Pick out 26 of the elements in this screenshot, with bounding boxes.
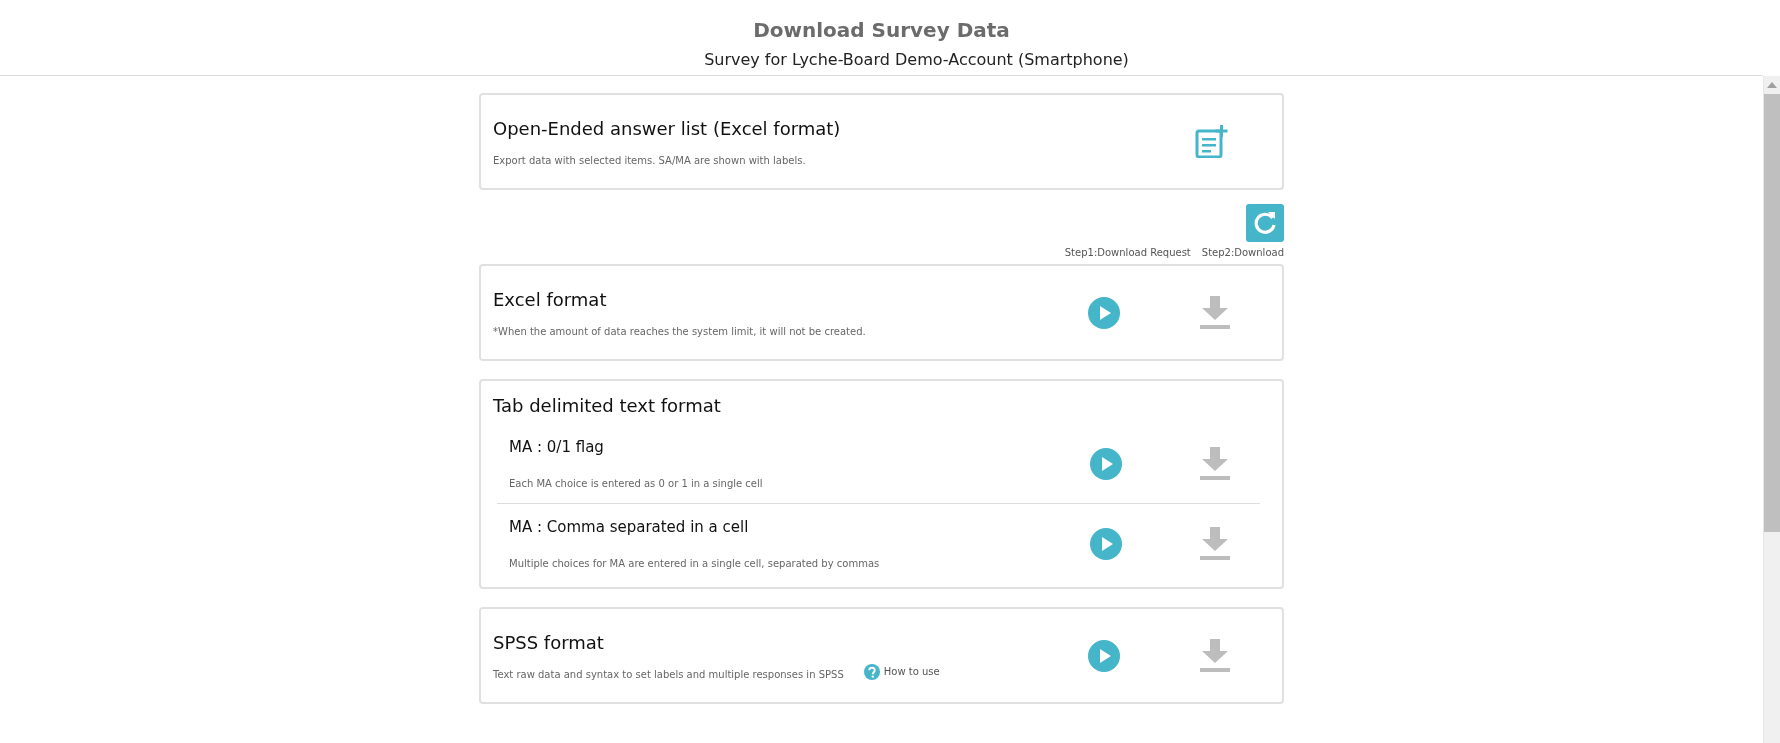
play-button[interactable] [1090, 447, 1122, 480]
card-title: Open-Ended answer list (Excel format) [493, 117, 842, 139]
play-button[interactable] [1088, 296, 1120, 329]
option-title: MA : Comma separated in a cell [509, 518, 750, 536]
scrollbar-thumb[interactable] [1764, 94, 1780, 532]
option-title: MA : 0/1 flag [509, 438, 605, 456]
card-title: SPSS format [493, 631, 605, 653]
step-label: Step1:Download Request [1064, 247, 1191, 258]
help-link[interactable]: How to use [863, 663, 940, 680]
card-description: Export data with selected items. SA/MA are shown with labels. [493, 154, 807, 166]
scrollbar[interactable] [1763, 76, 1780, 743]
card-description: Text raw data and syntax to set labels and multiple responses in SPSS [493, 668, 844, 680]
scroll-up-icon[interactable] [1767, 82, 1777, 88]
help-icon [863, 663, 880, 680]
add-list-icon[interactable] [1195, 125, 1228, 158]
option-description: Multiple choices for MA are entered in a single cell, separated by commas [509, 558, 881, 569]
refresh-button[interactable] [1246, 204, 1284, 242]
play-button[interactable] [1088, 639, 1120, 672]
page-title: Download Survey Data [753, 18, 1010, 42]
survey-name: Survey for Lyche-Board Demo-Account (Smartphone) [703, 50, 1129, 69]
play-button[interactable] [1090, 527, 1122, 560]
card-title: Excel format [493, 288, 608, 310]
card-title: Tab delimited text format [493, 395, 722, 416]
card-description: *When the amount of data reaches the system limit, it will not be created. [493, 325, 866, 337]
option-description: Each MA choice is entered as 0 or 1 in a single cell [509, 478, 764, 489]
step-label: Step2:Download [1201, 247, 1284, 258]
